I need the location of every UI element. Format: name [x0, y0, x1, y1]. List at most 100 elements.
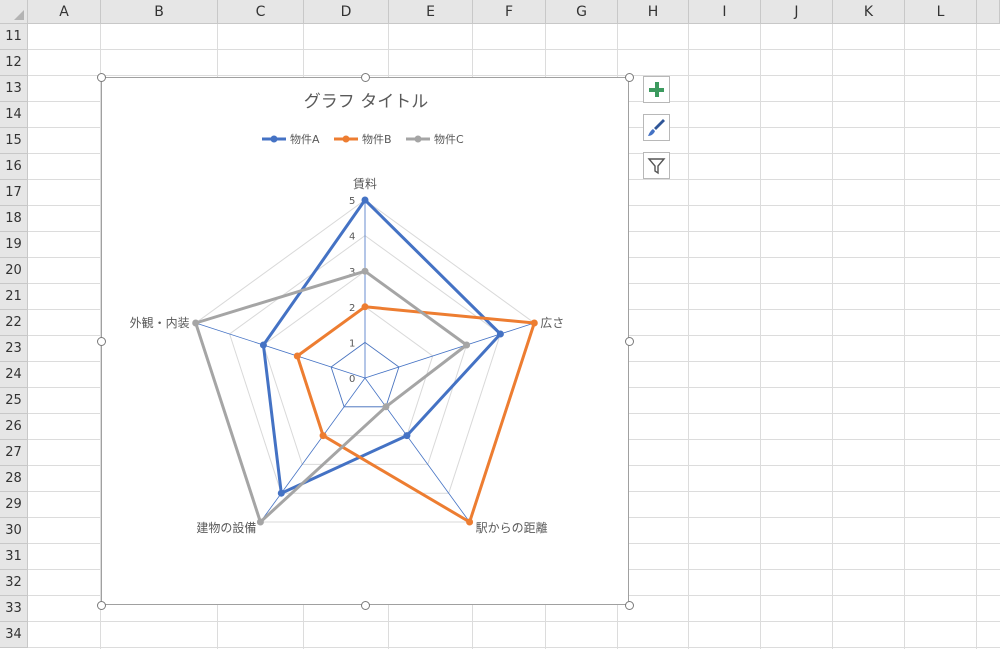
row-gridline [28, 75, 1000, 76]
row-header-33[interactable]: 33 [0, 596, 28, 622]
category-label: 広さ [540, 316, 564, 330]
column-header-l[interactable]: L [905, 0, 977, 24]
row-header-21[interactable]: 21 [0, 284, 28, 310]
series-line[interactable] [194, 269, 469, 524]
chart-title[interactable]: グラフ タイトル [304, 92, 428, 112]
row-header-18[interactable]: 18 [0, 206, 28, 232]
row-header-20[interactable]: 20 [0, 258, 28, 284]
axis-line [364, 377, 470, 523]
legend-label: 物件C [434, 132, 464, 146]
legend-label: 物件A [290, 132, 320, 146]
data-point[interactable] [319, 432, 327, 440]
radar-axes [195, 200, 535, 523]
axis-line [195, 322, 366, 379]
tick-label: 4 [349, 232, 355, 243]
column-gridline [760, 24, 761, 649]
resize-handle[interactable] [360, 72, 370, 82]
select-all-triangle [14, 10, 24, 20]
chart-filters-button[interactable] [643, 152, 670, 179]
tick-label: 1 [349, 338, 355, 349]
brush-icon [648, 119, 665, 136]
row-header-32[interactable]: 32 [0, 570, 28, 596]
data-point[interactable] [277, 489, 285, 497]
column-header-f[interactable]: F [473, 0, 546, 24]
row-header-30[interactable]: 30 [0, 518, 28, 544]
column-header-blank [977, 0, 1000, 24]
resize-handle[interactable] [96, 336, 106, 346]
row-header-26[interactable]: 26 [0, 414, 28, 440]
data-point[interactable] [466, 518, 474, 526]
row-header-11[interactable]: 11 [0, 24, 28, 50]
data-point[interactable] [361, 267, 369, 275]
row-header-28[interactable]: 28 [0, 466, 28, 492]
row-header-19[interactable]: 19 [0, 232, 28, 258]
legend-marker [270, 135, 278, 143]
select-all-corner[interactable] [0, 0, 28, 24]
resize-handle[interactable] [624, 336, 634, 346]
column-gridline [904, 24, 905, 649]
row-header-24[interactable]: 24 [0, 362, 28, 388]
resize-handle[interactable] [624, 600, 634, 610]
column-header-b[interactable]: B [101, 0, 218, 24]
series-2[interactable] [192, 267, 471, 526]
row-header-12[interactable]: 12 [0, 50, 28, 76]
data-point[interactable] [361, 196, 369, 204]
row-header-34[interactable]: 34 [0, 622, 28, 648]
chart-elements-button[interactable] [643, 76, 670, 103]
row-header-17[interactable]: 17 [0, 180, 28, 206]
resize-handle[interactable] [624, 72, 634, 82]
legend-entry[interactable]: 物件B [334, 132, 392, 146]
column-header-h[interactable]: H [618, 0, 689, 24]
category-label: 建物の設備 [196, 520, 256, 535]
filter-icon [647, 158, 666, 175]
plus-icon [649, 82, 664, 97]
column-gridline [832, 24, 833, 649]
row-header-14[interactable]: 14 [0, 102, 28, 128]
column-header-a[interactable]: A [28, 0, 101, 24]
data-point[interactable] [463, 341, 471, 349]
row-header-23[interactable]: 23 [0, 336, 28, 362]
data-point[interactable] [259, 341, 267, 349]
category-label: 賃料 [353, 176, 377, 191]
row-header-13[interactable]: 13 [0, 76, 28, 102]
data-point[interactable] [256, 518, 264, 526]
legend-entry[interactable]: 物件C [406, 132, 464, 146]
data-point[interactable] [192, 319, 200, 327]
data-point[interactable] [361, 303, 369, 311]
resize-handle[interactable] [96, 72, 106, 82]
column-header-d[interactable]: D [304, 0, 389, 24]
chart-styles-button[interactable] [643, 114, 670, 141]
chart-legend[interactable]: 物件A 物件B 物件C [262, 132, 464, 146]
row-gridline [28, 621, 1000, 622]
column-gridline [688, 24, 689, 649]
legend-label: 物件B [362, 132, 392, 146]
row-header-29[interactable]: 29 [0, 492, 28, 518]
row-header-16[interactable]: 16 [0, 154, 28, 180]
column-header-g[interactable]: G [546, 0, 618, 24]
resize-handle[interactable] [96, 600, 106, 610]
column-header-i[interactable]: I [689, 0, 761, 24]
legend-marker [414, 135, 422, 143]
row-header-27[interactable]: 27 [0, 440, 28, 466]
resize-handle[interactable] [360, 600, 370, 610]
data-point[interactable] [382, 403, 390, 411]
row-header-22[interactable]: 22 [0, 310, 28, 336]
row-gridline [28, 647, 1000, 648]
data-point[interactable] [530, 319, 538, 327]
data-point[interactable] [403, 432, 411, 440]
row-header-25[interactable]: 25 [0, 388, 28, 414]
legend-entry[interactable]: 物件A [262, 132, 320, 146]
category-label: 駅からの距離 [476, 521, 548, 535]
column-header-e[interactable]: E [389, 0, 473, 24]
column-header-j[interactable]: J [761, 0, 833, 24]
column-header-k[interactable]: K [833, 0, 905, 24]
data-point[interactable] [496, 330, 504, 338]
column-header-c[interactable]: C [218, 0, 304, 24]
tick-label: 0 [349, 374, 355, 385]
row-header-15[interactable]: 15 [0, 128, 28, 154]
chart-area[interactable]: グラフ タイトル 物件A 物件B 物件C 012345 賃料 広さ 駅からの距離 建物の設… [101, 77, 629, 605]
data-point[interactable] [293, 352, 301, 360]
category-label: 外観・内装 [130, 316, 190, 330]
radar-tick-labels: 012345 [349, 196, 355, 385]
row-header-31[interactable]: 31 [0, 544, 28, 570]
